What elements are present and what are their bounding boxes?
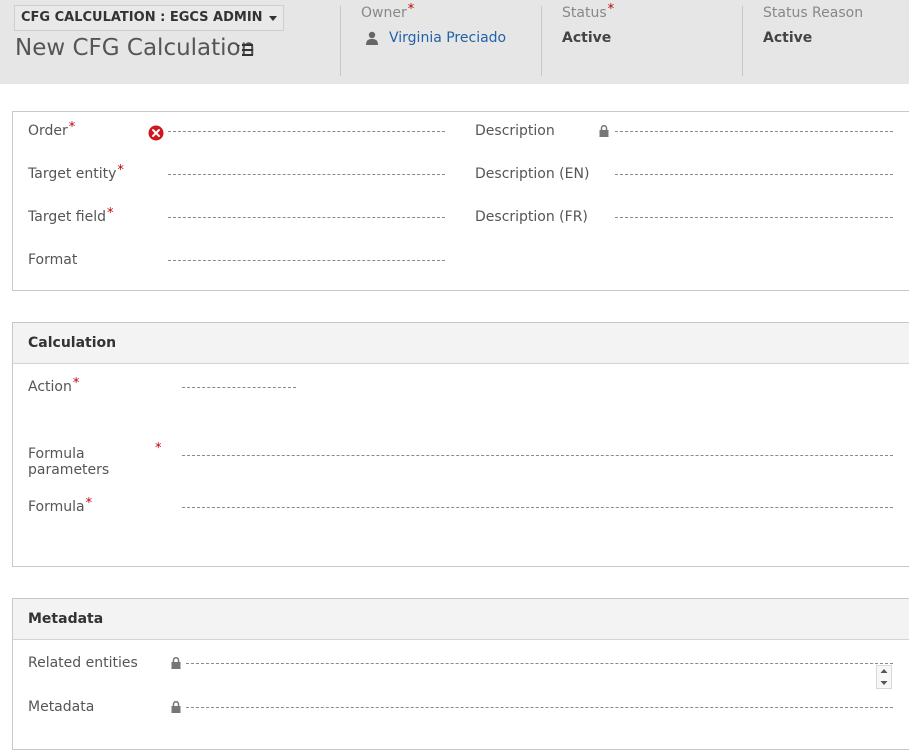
order-input[interactable]	[168, 131, 445, 132]
status-reason-label: Status Reason	[763, 5, 864, 21]
form-selector[interactable]: CFG CALCULATION : EGCS ADMIN	[14, 5, 284, 31]
form-header: CFG CALCULATION : EGCS ADMIN New CFG Cal…	[0, 0, 909, 84]
calculation-section-title: Calculation	[28, 335, 117, 351]
formula-input[interactable]	[182, 507, 893, 508]
related-entities-input[interactable]	[186, 663, 893, 664]
header-separator	[340, 6, 341, 76]
description-fr-input[interactable]	[615, 217, 893, 218]
status-value[interactable]: Active	[562, 30, 611, 46]
person-icon	[366, 31, 378, 45]
target-field-input[interactable]	[168, 217, 445, 218]
target-entity-label: Target entity*	[28, 163, 124, 182]
format-label: Format	[28, 252, 78, 268]
action-select[interactable]	[182, 387, 296, 388]
description-label: Description	[475, 123, 555, 139]
form-selector-label: CFG CALCULATION : EGCS ADMIN	[21, 10, 263, 25]
general-section	[12, 111, 909, 291]
chevron-down-icon	[268, 15, 277, 21]
description-en-label: Description (EN)	[475, 166, 590, 182]
nav-menu-icon[interactable]	[237, 44, 253, 56]
metadata-label: Metadata	[28, 699, 95, 715]
related-entities-label: Related entities	[28, 655, 138, 671]
formula-label: Formula*	[28, 496, 93, 515]
lock-icon	[171, 701, 181, 713]
owner-label: Owner*	[361, 2, 415, 21]
owner-link[interactable]: Virginia Preciado	[389, 30, 506, 46]
description-fr-label: Description (FR)	[475, 209, 588, 225]
status-label: Status*	[562, 2, 615, 21]
format-input[interactable]	[168, 260, 445, 261]
status-reason-value[interactable]: Active	[763, 30, 812, 46]
formula-parameters-input[interactable]	[182, 455, 893, 456]
formula-parameters-required: *	[155, 441, 162, 456]
target-entity-input[interactable]	[168, 174, 445, 175]
record-title: New CFG Calculation	[15, 35, 256, 61]
formula-parameters-label: Formula parameters	[28, 446, 110, 478]
calculation-section: Calculation	[12, 322, 909, 567]
description-input[interactable]	[615, 131, 893, 132]
header-separator	[541, 6, 542, 76]
metadata-section-header: Metadata	[13, 599, 909, 640]
description-en-input[interactable]	[615, 174, 893, 175]
textarea-spinner[interactable]	[876, 665, 892, 689]
metadata-input[interactable]	[186, 707, 893, 708]
action-label: Action*	[28, 376, 80, 395]
lock-icon	[171, 657, 181, 669]
error-icon	[148, 125, 164, 141]
metadata-section: Metadata	[12, 598, 909, 750]
lock-icon	[599, 125, 609, 137]
target-field-label: Target field*	[28, 206, 114, 225]
calculation-section-header: Calculation	[13, 323, 909, 364]
header-separator	[742, 6, 743, 76]
order-label: Order*	[28, 120, 76, 139]
metadata-section-title: Metadata	[28, 611, 104, 627]
